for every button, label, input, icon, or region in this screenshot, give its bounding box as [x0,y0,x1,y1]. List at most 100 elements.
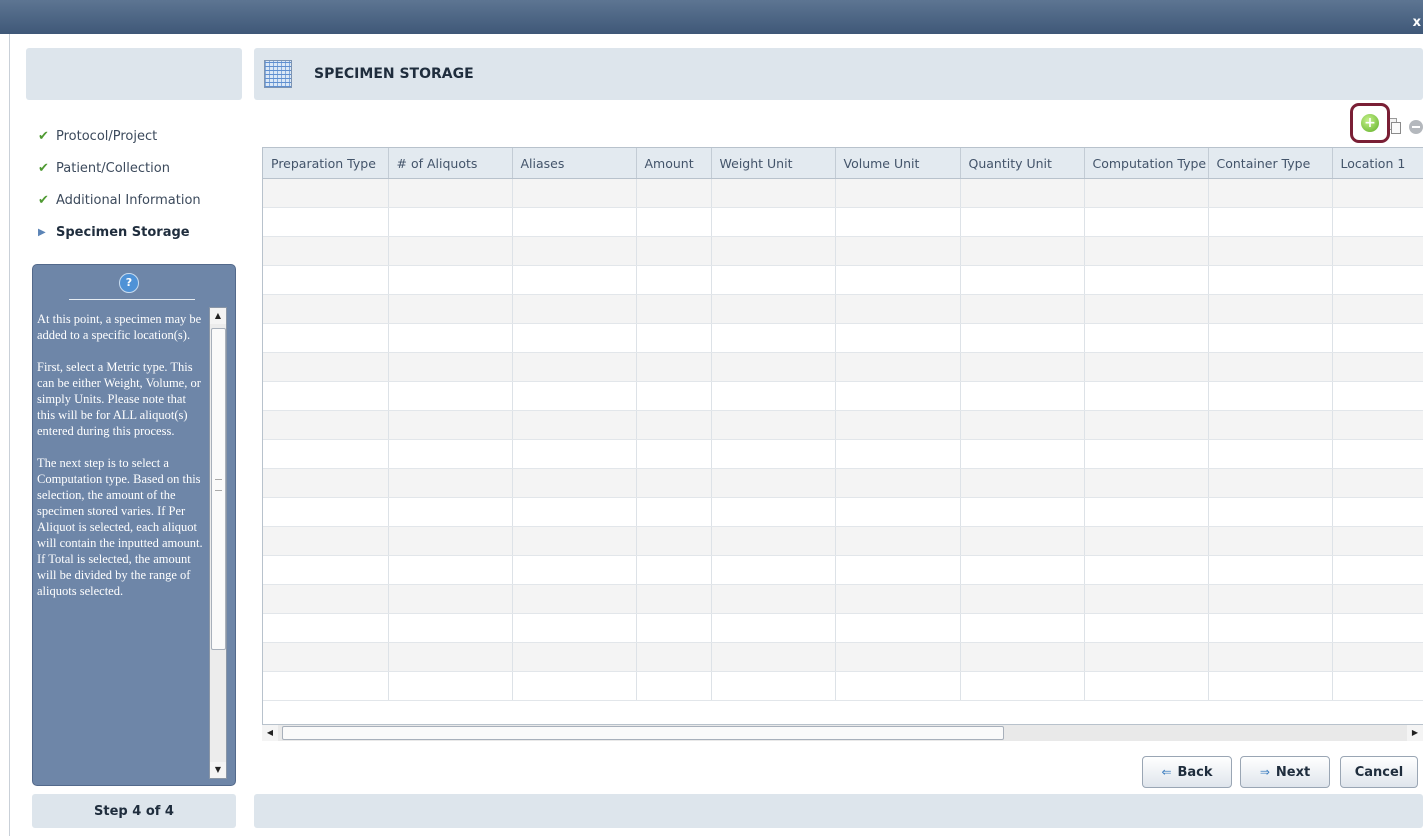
table-cell[interactable] [263,497,389,527]
table-cell[interactable] [1208,410,1333,440]
table-cell[interactable] [711,207,836,237]
table-cell[interactable] [835,468,961,498]
table-cell[interactable] [388,671,513,701]
table-row[interactable] [263,613,1423,643]
table-cell[interactable] [960,265,1085,295]
table-cell[interactable] [960,526,1085,556]
table-cell[interactable] [263,526,389,556]
table-cell[interactable] [388,352,513,382]
table-cell[interactable] [636,497,712,527]
table-cell[interactable] [263,178,389,208]
table-cell[interactable] [835,584,961,614]
table-row[interactable] [263,323,1423,353]
table-cell[interactable] [1332,352,1423,382]
scroll-left-arrow-icon[interactable]: ◀ [262,725,278,741]
wizard-step-patient[interactable]: ✔ Patient/Collection [38,152,238,184]
table-cell[interactable] [636,584,712,614]
table-cell[interactable] [1332,584,1423,614]
table-cell[interactable] [263,236,389,266]
table-cell[interactable] [711,236,836,266]
table-cell[interactable] [512,352,637,382]
table-cell[interactable] [960,294,1085,324]
table-cell[interactable] [512,526,637,556]
table-cell[interactable] [512,613,637,643]
table-row[interactable] [263,497,1423,527]
table-cell[interactable] [636,381,712,411]
table-cell[interactable] [512,468,637,498]
table-cell[interactable] [1084,584,1209,614]
table-cell[interactable] [636,294,712,324]
table-cell[interactable] [263,265,389,295]
table-cell[interactable] [1208,352,1333,382]
table-cell[interactable] [1332,468,1423,498]
next-button[interactable]: ⇒ Next [1240,756,1330,788]
table-row[interactable] [263,294,1423,324]
table-cell[interactable] [636,207,712,237]
table-cell[interactable] [835,613,961,643]
table-cell[interactable] [388,265,513,295]
table-row[interactable] [263,555,1423,585]
table-row[interactable] [263,468,1423,498]
table-cell[interactable] [512,381,637,411]
table-cell[interactable] [835,497,961,527]
table-row[interactable] [263,178,1423,208]
scroll-thumb[interactable] [211,328,226,650]
table-cell[interactable] [512,207,637,237]
table-cell[interactable] [1084,236,1209,266]
table-cell[interactable] [512,584,637,614]
table-cell[interactable] [1332,294,1423,324]
wizard-step-specimen-storage[interactable]: ▶ Specimen Storage [38,216,238,248]
table-cell[interactable] [263,584,389,614]
table-cell[interactable] [960,468,1085,498]
table-cell[interactable] [263,381,389,411]
table-row[interactable] [263,439,1423,469]
table-cell[interactable] [636,352,712,382]
table-cell[interactable] [835,439,961,469]
table-cell[interactable] [388,613,513,643]
table-cell[interactable] [835,265,961,295]
table-cell[interactable] [960,642,1085,672]
table-cell[interactable] [1208,439,1333,469]
table-cell[interactable] [388,439,513,469]
column-header[interactable]: Volume Unit [835,148,961,179]
table-cell[interactable] [1084,294,1209,324]
table-cell[interactable] [512,555,637,585]
table-cell[interactable] [1084,410,1209,440]
table-row[interactable] [263,671,1423,701]
table-cell[interactable] [835,526,961,556]
table-cell[interactable] [512,410,637,440]
table-row[interactable] [263,236,1423,266]
table-cell[interactable] [636,323,712,353]
add-row-button[interactable] [1350,103,1390,143]
table-cell[interactable] [835,178,961,208]
table-cell[interactable] [1208,555,1333,585]
table-cell[interactable] [512,439,637,469]
help-scrollbar[interactable]: ▲ ▼ [209,307,227,779]
table-cell[interactable] [263,294,389,324]
table-cell[interactable] [960,352,1085,382]
table-cell[interactable] [835,410,961,440]
table-cell[interactable] [388,323,513,353]
column-header[interactable]: Quantity Unit [960,148,1085,179]
table-cell[interactable] [960,207,1085,237]
table-cell[interactable] [1208,323,1333,353]
table-cell[interactable] [711,526,836,556]
table-cell[interactable] [1084,439,1209,469]
column-header[interactable]: Amount [636,148,712,179]
table-cell[interactable] [636,526,712,556]
table-cell[interactable] [1208,613,1333,643]
table-cell[interactable] [1084,497,1209,527]
table-cell[interactable] [711,352,836,382]
table-cell[interactable] [711,584,836,614]
table-cell[interactable] [1084,265,1209,295]
table-cell[interactable] [263,352,389,382]
table-cell[interactable] [960,555,1085,585]
table-cell[interactable] [1332,555,1423,585]
table-cell[interactable] [636,468,712,498]
table-cell[interactable] [636,555,712,585]
table-cell[interactable] [1208,178,1333,208]
table-cell[interactable] [1332,642,1423,672]
table-cell[interactable] [636,178,712,208]
table-row[interactable] [263,584,1423,614]
table-row[interactable] [263,526,1423,556]
